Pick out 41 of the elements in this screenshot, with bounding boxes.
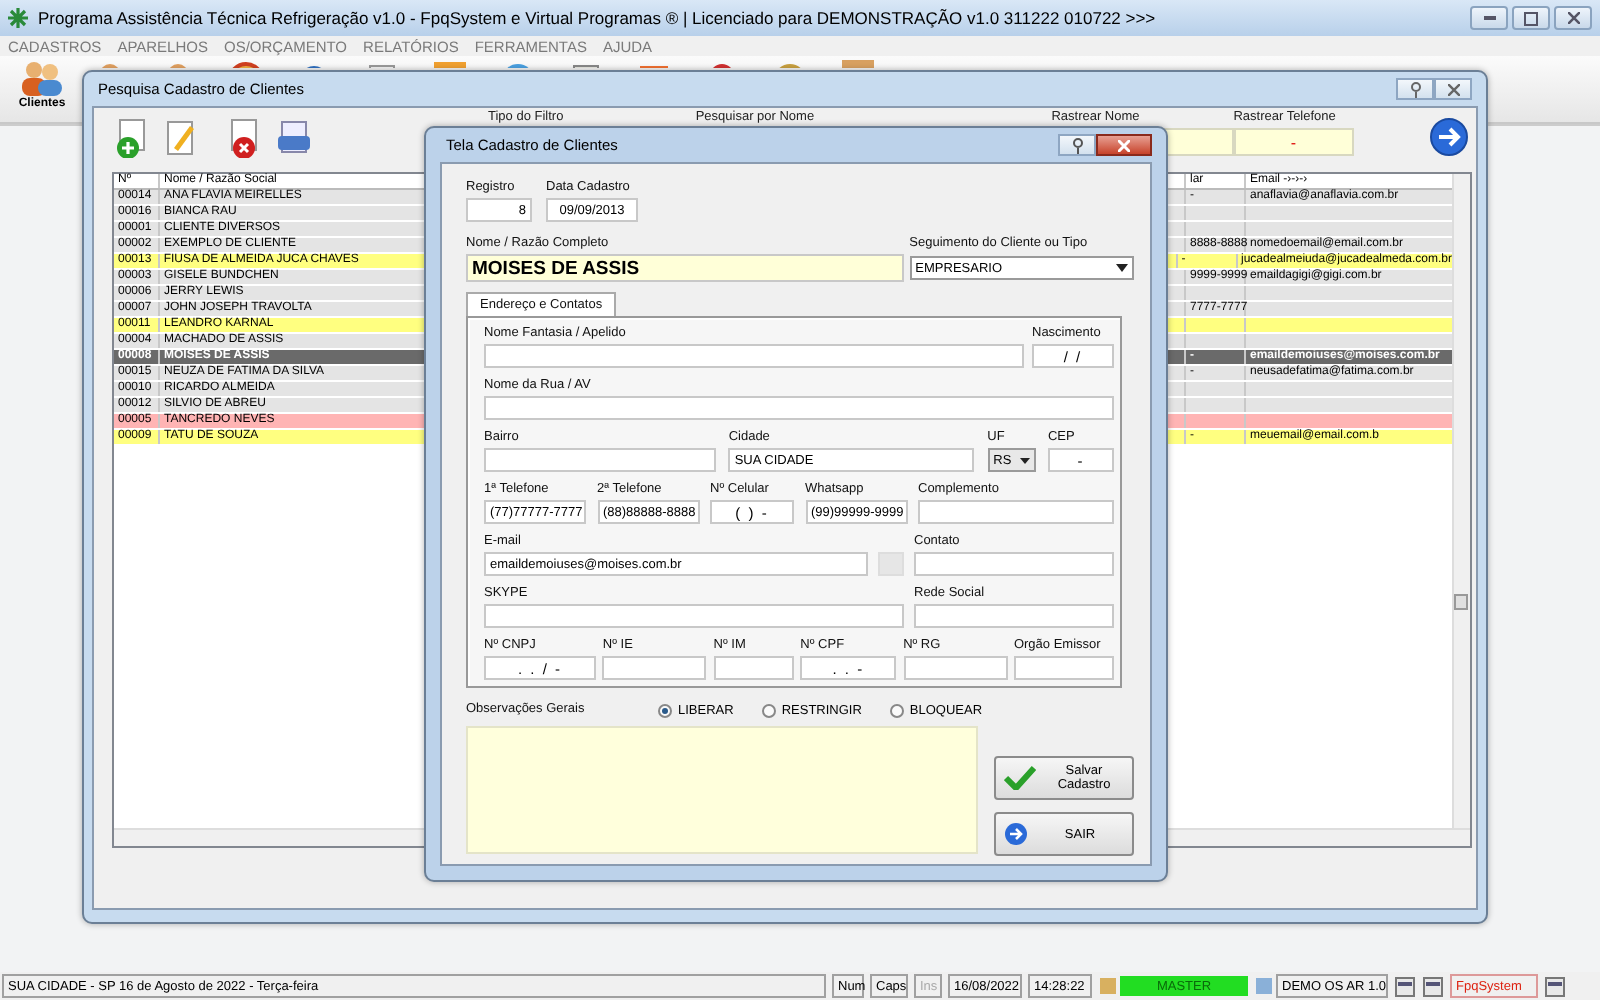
close-button[interactable] — [1096, 134, 1152, 156]
input-field[interactable] — [914, 552, 1114, 576]
input-field[interactable] — [914, 604, 1114, 628]
input-field[interactable] — [713, 656, 794, 680]
window-icon[interactable] — [1394, 975, 1416, 997]
close-icon — [1118, 139, 1130, 151]
window-icon[interactable] — [1422, 975, 1444, 997]
input-field[interactable]: MOISES DE ASSIS — [466, 254, 904, 282]
vertical-scrollbar[interactable] — [1452, 174, 1470, 830]
maximize-button[interactable] — [1512, 6, 1550, 30]
caret-icon — [1019, 457, 1030, 463]
minimize-icon — [1483, 16, 1495, 20]
help-button[interactable] — [1396, 78, 1434, 100]
minimize-button[interactable] — [1470, 6, 1508, 30]
input-field[interactable] — [1013, 656, 1114, 680]
close-icon — [1447, 83, 1459, 95]
close-button[interactable] — [1554, 6, 1592, 30]
window-icon[interactable] — [1544, 975, 1566, 997]
snowflake-icon — [6, 6, 30, 30]
color-swatch[interactable] — [878, 552, 904, 576]
printer-icon[interactable] — [274, 118, 314, 158]
help-button[interactable] — [1058, 134, 1096, 156]
maximize-icon — [1524, 11, 1538, 25]
search-field[interactable]: - — [1233, 128, 1354, 156]
input-field[interactable] — [602, 656, 707, 680]
input-field[interactable] — [484, 604, 904, 628]
help-icon — [1071, 137, 1083, 153]
input-field[interactable] — [484, 344, 1024, 368]
user-icon — [1098, 976, 1118, 996]
input-field[interactable] — [484, 396, 1114, 420]
arrow-icon — [1004, 822, 1028, 846]
close-icon — [1567, 12, 1579, 24]
input-field[interactable] — [903, 656, 1008, 680]
input-field[interactable] — [918, 500, 1114, 524]
help-icon — [1409, 81, 1421, 97]
close-button[interactable] — [1434, 78, 1472, 100]
people-icon — [20, 60, 64, 96]
check-icon — [1004, 766, 1036, 790]
notes-field[interactable] — [466, 726, 978, 854]
window-title: Programa Assistência Técnica Refrigeração v1.0 - FpqSystem e Virtual Programas ® | Licenciado para DEMONSTRAÇÃO v1.0 311222 010722 >>> — [38, 8, 1158, 28]
input-field[interactable] — [484, 448, 716, 472]
